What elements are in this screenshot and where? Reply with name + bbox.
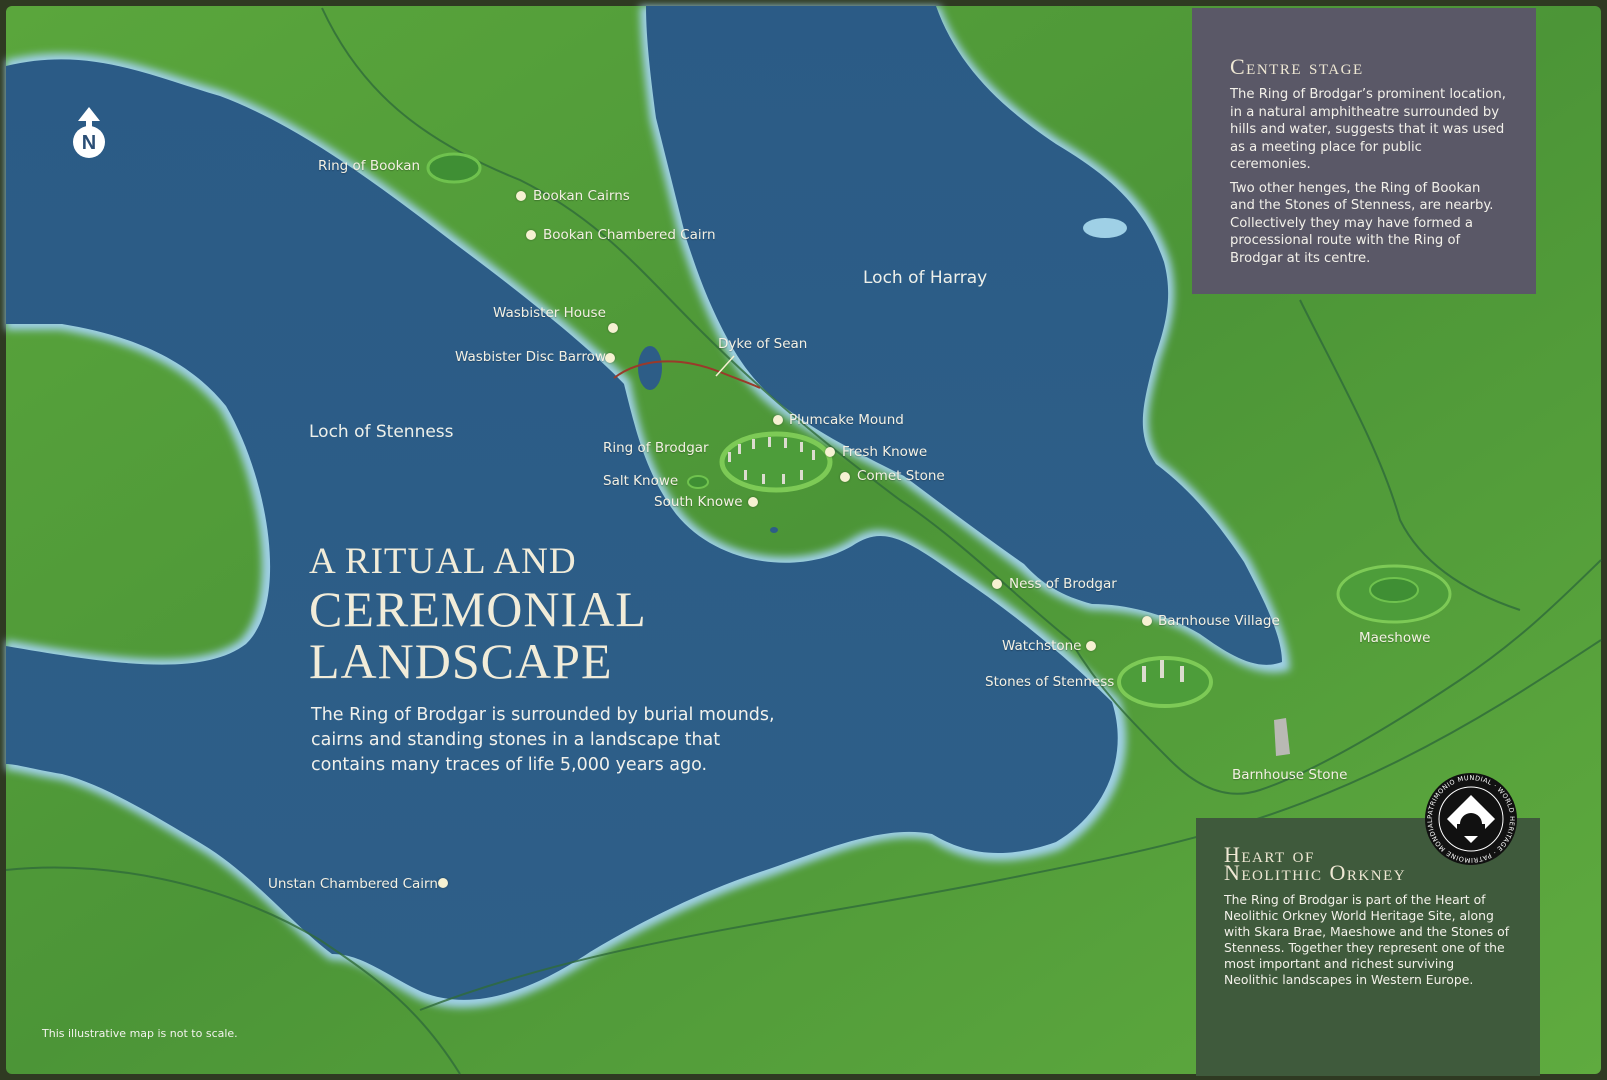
centre-stage-panel: Centre stage The Ring of Brodgar’s promi… — [1192, 8, 1536, 294]
loch-of-harray-label: Loch of Harray — [863, 268, 988, 288]
bookan-cairns-dot — [516, 191, 526, 201]
unstan-chambered-cairn-dot — [438, 878, 448, 888]
bookan-chambered-cairn-label: Bookan Chambered Cairn — [543, 227, 716, 243]
scale-note: This illustrative map is not to scale. — [42, 1027, 238, 1040]
barnhouse-village-dot — [1142, 616, 1152, 626]
harray-island — [1083, 218, 1127, 238]
wasbister-house-dot — [608, 323, 618, 333]
loch-of-stenness-label: Loch of Stenness — [309, 422, 454, 442]
north-arrow-icon: N — [73, 107, 105, 158]
world-heritage-emblem-icon: PATRIMONIO MUNDIAL · WORLD HERITAGE · PA… — [1425, 773, 1517, 865]
intro-text: The Ring of Brodgar is surrounded by bur… — [311, 705, 775, 775]
heart-paragraph: The Ring of Brodgar is part of the Heart… — [1224, 892, 1510, 987]
fresh-knowe-label: Fresh Knowe — [842, 444, 928, 460]
maeshowe-mound — [1369, 577, 1419, 603]
ness-of-brodgar-label: Ness of Brodgar — [1009, 576, 1117, 592]
north-letter: N — [82, 132, 96, 154]
small-pool — [770, 527, 778, 533]
ring-of-brodgar-label: Ring of Brodgar — [603, 440, 709, 456]
salt-knowe-mound — [687, 475, 709, 489]
title-line-1: A ritual and — [309, 541, 577, 582]
wasbister-disc-barrow-label: Wasbister Disc Barrow — [455, 349, 606, 365]
ring-of-bookan-label: Ring of Bookan — [318, 158, 421, 174]
centre-stage-paragraph-2: Two other henges, the Ring of Bookan and… — [1230, 180, 1494, 266]
maeshowe-label: Maeshowe — [1359, 630, 1431, 646]
title-line-3: LANDSCAPE — [309, 633, 613, 689]
title-line-2: CEREMONIAL — [309, 581, 647, 637]
watchstone-dot — [1086, 641, 1096, 651]
stones-of-stenness-henge — [1117, 656, 1213, 708]
ring-of-brodgar-henge — [719, 431, 833, 493]
wasbister-house-label: Wasbister House — [493, 305, 606, 321]
bookan-chambered-cairn-dot — [526, 230, 536, 240]
comet-stone-label: Comet Stone — [857, 468, 945, 484]
fresh-knowe-dot — [825, 447, 835, 457]
stones-of-stenness-label: Stones of Stenness — [985, 674, 1115, 690]
south-knowe-dot — [748, 497, 758, 507]
comet-stone-dot — [840, 472, 850, 482]
watchstone-label: Watchstone — [1002, 638, 1082, 654]
wasbister-pool — [638, 346, 662, 390]
salt-knowe-label: Salt Knowe — [603, 473, 679, 489]
barnhouse-village-label: Barnhouse Village — [1158, 613, 1280, 629]
centre-stage-paragraph-1: The Ring of Brodgar’s prominent location… — [1230, 87, 1506, 172]
wasbister-disc-barrow-dot — [605, 353, 615, 363]
ness-of-brodgar-dot — [992, 579, 1002, 589]
bookan-cairns-label: Bookan Cairns — [533, 188, 630, 204]
barnhouse-stone-label: Barnhouse Stone — [1232, 767, 1348, 783]
interpretation-board: N Loch of Harray Loch of Stenness Ring o… — [0, 0, 1607, 1080]
heart-title-line-2: Neolithic Orkney — [1224, 860, 1407, 885]
plumcake-mound-dot — [773, 415, 783, 425]
plumcake-mound-label: Plumcake Mound — [789, 412, 904, 428]
unstan-chambered-cairn-label: Unstan Chambered Cairn — [268, 876, 438, 892]
ring-of-bookan-mound — [426, 152, 482, 184]
centre-stage-title: Centre stage — [1230, 54, 1364, 79]
dyke-of-sean-label: Dyke of Sean — [718, 336, 808, 352]
south-knowe-label: South Knowe — [654, 494, 743, 510]
